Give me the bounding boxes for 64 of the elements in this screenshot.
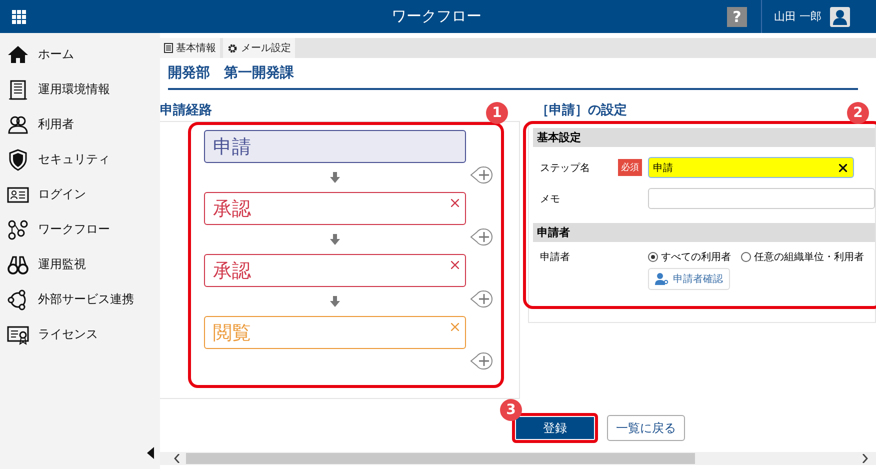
add-step-icon[interactable]	[470, 228, 494, 246]
sidebar-item[interactable]: 外部サービス連携	[0, 282, 160, 317]
group-heading: 基本設定	[533, 128, 875, 147]
callout-number: 3	[500, 399, 522, 421]
sidebar-item[interactable]: 運用環境情報	[0, 72, 160, 107]
down-arrow-icon	[330, 172, 340, 183]
radio-icon[interactable]	[648, 252, 658, 262]
sidebar-item[interactable]: ライセンス	[0, 317, 160, 352]
register-button[interactable]: 登録	[512, 413, 598, 443]
route-step[interactable]: 承認	[204, 254, 466, 287]
horizontal-scrollbar[interactable]	[160, 452, 876, 465]
field-label: 申請者	[539, 250, 571, 264]
add-step-icon[interactable]	[470, 166, 494, 184]
scroll-right-icon[interactable]	[862, 454, 868, 463]
sidebar-item[interactable]: 運用監視	[0, 247, 160, 282]
down-arrow-icon	[330, 234, 340, 245]
required-tag: 必須	[618, 159, 642, 176]
field-label: ステップ名	[539, 162, 591, 174]
tab[interactable]: メール設定	[223, 38, 295, 58]
tab[interactable]: 基本情報	[160, 38, 220, 58]
clear-icon[interactable]	[839, 164, 847, 172]
home-icon	[7, 44, 29, 66]
binoculars-icon	[7, 254, 29, 276]
section-heading: 申請経路	[160, 102, 212, 117]
add-step-icon[interactable]	[470, 352, 494, 370]
section-heading: ［申請］の設定	[536, 102, 627, 117]
settings-icon	[227, 42, 238, 54]
callout-number: 1	[486, 102, 508, 124]
radio-option[interactable]: すべての利用者	[648, 250, 731, 264]
sidebar-item[interactable]: ワークフロー	[0, 212, 160, 247]
field-label: メモ	[539, 192, 561, 206]
user-name[interactable]: 山田 一郎	[774, 9, 822, 24]
collapse-sidebar-icon[interactable]	[147, 447, 154, 459]
radio-icon[interactable]	[741, 252, 751, 262]
memo-field[interactable]	[648, 188, 875, 209]
add-step-icon[interactable]	[470, 290, 494, 308]
user-search-icon	[655, 273, 669, 285]
back-to-list-button[interactable]: 一覧に戻る	[607, 415, 685, 441]
step-name-field[interactable]: 申請	[648, 157, 854, 178]
sidebar-item[interactable]: ホーム	[0, 37, 160, 72]
route-step[interactable]: 承認	[204, 192, 466, 225]
help-button[interactable]: ?	[727, 6, 747, 26]
sidebar-item[interactable]: セキュリティ	[0, 142, 160, 177]
page-title: 開発部 第一開発課	[168, 64, 858, 90]
node-graph-icon	[7, 218, 29, 240]
shield-icon	[7, 148, 29, 170]
building-icon	[7, 78, 29, 100]
radio-option[interactable]: 任意の組織単位・利用者	[741, 250, 864, 264]
check-applicants-button[interactable]: 申請者確認	[648, 268, 730, 290]
route-step[interactable]: 申請	[204, 130, 466, 163]
remove-icon[interactable]	[451, 261, 459, 269]
document-icon	[164, 43, 173, 53]
user-avatar-icon[interactable]	[830, 6, 850, 26]
certificate-icon	[7, 324, 29, 346]
callout-number: 2	[847, 102, 869, 124]
sidebar-item[interactable]: 利用者	[0, 107, 160, 142]
app-grid-icon[interactable]	[12, 10, 26, 24]
sidebar-item[interactable]: ログイン	[0, 177, 160, 212]
scroll-left-icon[interactable]	[174, 454, 180, 463]
down-arrow-icon	[330, 296, 340, 307]
app-title: ワークフロー	[390, 7, 482, 26]
users-icon	[7, 114, 29, 136]
remove-icon[interactable]	[451, 199, 459, 207]
group-heading: 申請者	[533, 223, 875, 242]
